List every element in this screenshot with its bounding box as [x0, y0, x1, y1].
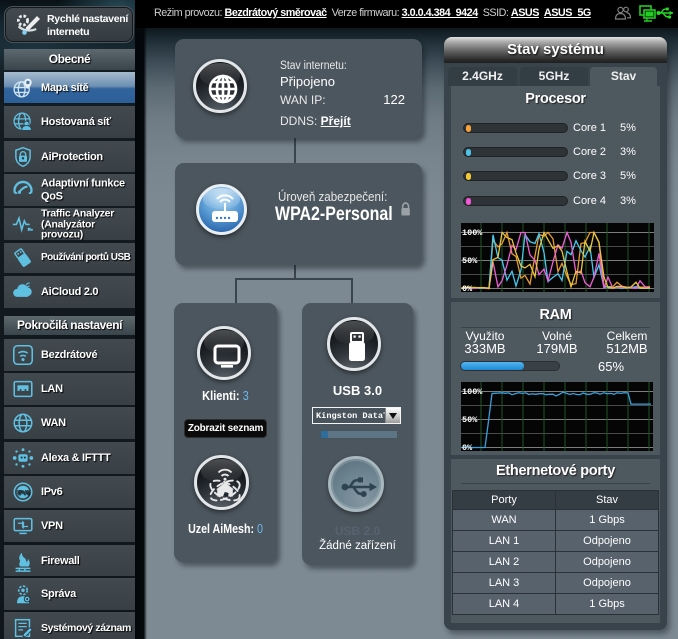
svg-text:50%: 50%	[462, 256, 478, 266]
svg-text:0%: 0%	[462, 443, 473, 451]
svg-text:50%: 50%	[462, 415, 478, 425]
svg-text:IPV6: IPV6	[17, 491, 30, 497]
svg-text:100%: 100%	[462, 228, 483, 238]
svg-text:100%: 100%	[462, 387, 483, 397]
svg-text:0%: 0%	[462, 284, 473, 292]
